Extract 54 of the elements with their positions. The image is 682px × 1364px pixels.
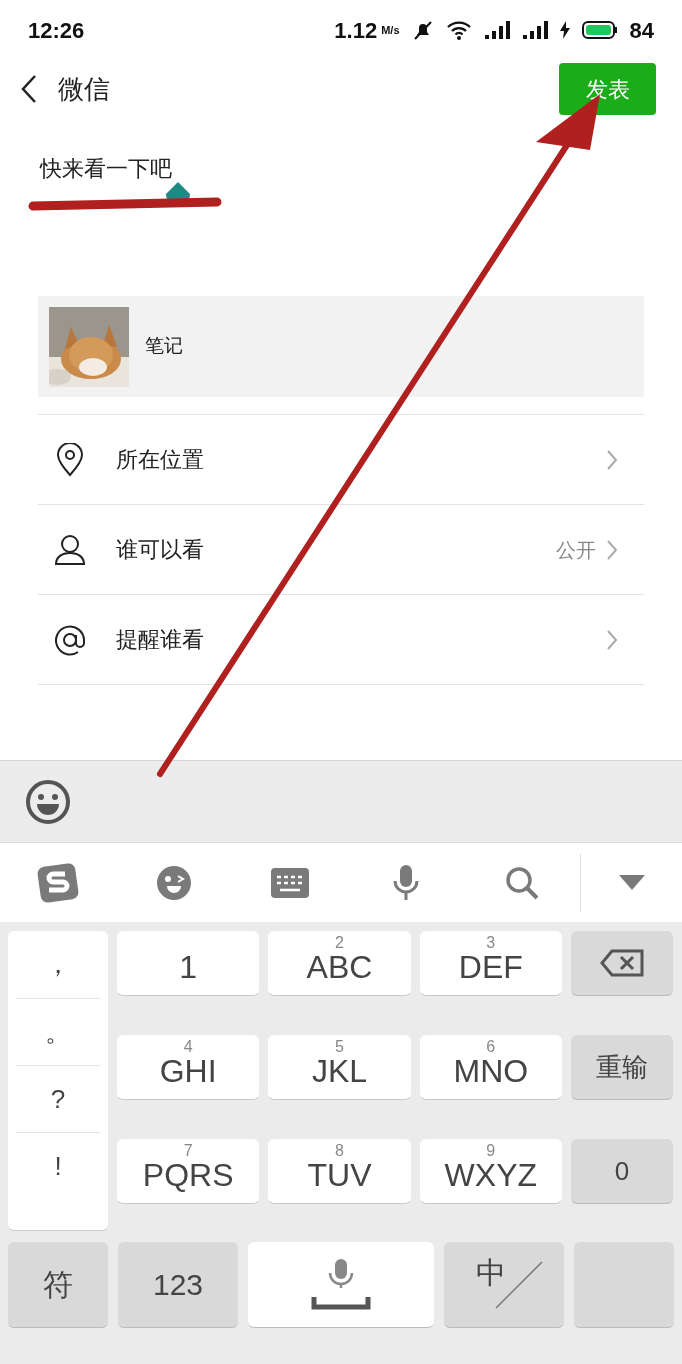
option-label: 所在位置 — [116, 446, 204, 474]
chevron-right-icon — [606, 628, 618, 651]
option-row[interactable]: 所在位置 — [38, 415, 644, 505]
keypad-key[interactable]: 3 DEF — [419, 931, 562, 996]
keyboard-icon — [271, 867, 309, 898]
microphone-icon — [392, 864, 420, 901]
chevron-right-icon — [606, 538, 618, 561]
battery-percent: 84 — [629, 16, 654, 45]
at-sign-icon — [52, 622, 88, 657]
signal-icon — [483, 20, 510, 40]
network-speed: 1.12 — [334, 16, 378, 45]
function-key[interactable]: 0 — [571, 1139, 673, 1204]
attachment-card[interactable]: 笔记 — [38, 296, 644, 397]
option-label: 谁可以看 — [116, 536, 204, 564]
option-row[interactable]: 提醒谁看 — [38, 595, 644, 685]
keypad-key[interactable]: 6 MNO — [419, 1035, 562, 1100]
keypad-key[interactable]: 4 GHI — [117, 1035, 260, 1100]
option-value: 公开 — [556, 537, 596, 563]
status-time: 12:26 — [28, 16, 85, 45]
function-key[interactable]: 重输 — [571, 1035, 673, 1100]
keypad-key[interactable]: 2 ABC — [268, 931, 411, 996]
wink-face-icon — [156, 864, 192, 901]
backspace-icon — [600, 949, 644, 977]
signal-icon — [521, 20, 548, 40]
triangle-down-icon — [618, 874, 645, 891]
symbol-key[interactable]: ? — [16, 1065, 100, 1132]
symbol-key[interactable]: ， — [16, 931, 100, 998]
charging-icon — [559, 21, 570, 39]
function-key[interactable]: 123 — [118, 1242, 238, 1328]
keypad-key[interactable]: 5 JKL — [268, 1035, 411, 1100]
battery-icon — [581, 20, 618, 40]
speed-unit: M/s — [381, 22, 400, 38]
chevron-right-icon — [606, 448, 618, 471]
search-icon — [505, 865, 539, 900]
person-icon — [52, 532, 88, 567]
space-key[interactable] — [248, 1242, 434, 1328]
mute-icon — [411, 19, 434, 41]
attachment-label: 笔记 — [145, 334, 183, 359]
symbol-key[interactable]: ! — [16, 1132, 100, 1199]
microphone-space-icon — [311, 1258, 371, 1311]
post-text[interactable]: 快来看一下吧 — [40, 156, 172, 181]
keypad-key[interactable]: 1 — [117, 931, 260, 996]
symbol-key[interactable]: 。 — [16, 998, 100, 1065]
emoji-icon — [25, 778, 71, 825]
option-row[interactable]: 谁可以看 公开 — [38, 505, 644, 595]
function-key[interactable]: 符 — [8, 1242, 108, 1328]
keypad-key[interactable]: 9 WXYZ — [419, 1139, 562, 1204]
wifi-icon — [445, 19, 472, 41]
back-button[interactable]: 微信 — [20, 69, 110, 109]
language-key[interactable]: 中 — [444, 1242, 564, 1328]
keypad-key[interactable]: 7 PQRS — [117, 1139, 260, 1204]
keypad-key[interactable]: 8 TUV — [268, 1139, 411, 1204]
option-label: 提醒谁看 — [116, 626, 204, 654]
delete-key[interactable] — [571, 931, 673, 996]
